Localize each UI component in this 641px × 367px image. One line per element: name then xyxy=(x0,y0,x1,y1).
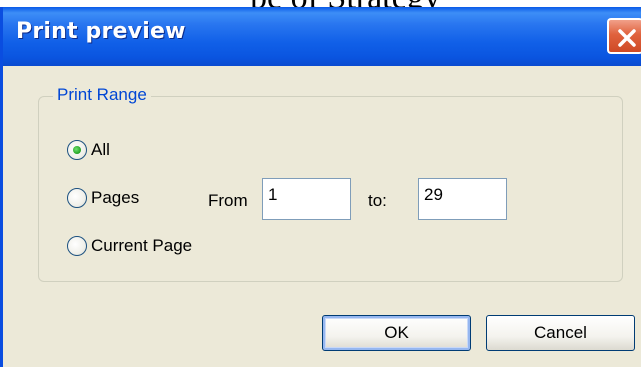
to-label: to: xyxy=(368,191,387,210)
close-button[interactable] xyxy=(607,18,641,54)
ok-button[interactable]: OK xyxy=(322,315,471,351)
from-label: From xyxy=(208,191,248,210)
window-title: Print preview xyxy=(16,19,186,44)
from-input[interactable]: 1 xyxy=(262,178,351,220)
radio-current-page-button[interactable] xyxy=(67,236,87,256)
radio-current-page-label[interactable]: Current Page xyxy=(91,236,192,256)
radio-all[interactable]: All xyxy=(67,140,110,160)
radio-all-button[interactable] xyxy=(67,140,87,160)
to-input[interactable]: 29 xyxy=(418,178,507,220)
radio-pages-button[interactable] xyxy=(67,188,87,208)
dialog-body: Print Range All Pages From 1 to: 29 Curr… xyxy=(3,66,641,367)
radio-pages[interactable]: Pages xyxy=(67,188,139,208)
radio-pages-label[interactable]: Pages xyxy=(91,188,139,208)
title-bar[interactable]: Print preview xyxy=(3,7,641,66)
print-preview-dialog: Print preview Print Range All Pages From… xyxy=(0,7,641,367)
cancel-button[interactable]: Cancel xyxy=(486,315,635,351)
print-range-label: Print Range xyxy=(53,85,151,105)
radio-all-label[interactable]: All xyxy=(91,140,110,160)
radio-current-page[interactable]: Current Page xyxy=(67,236,192,256)
